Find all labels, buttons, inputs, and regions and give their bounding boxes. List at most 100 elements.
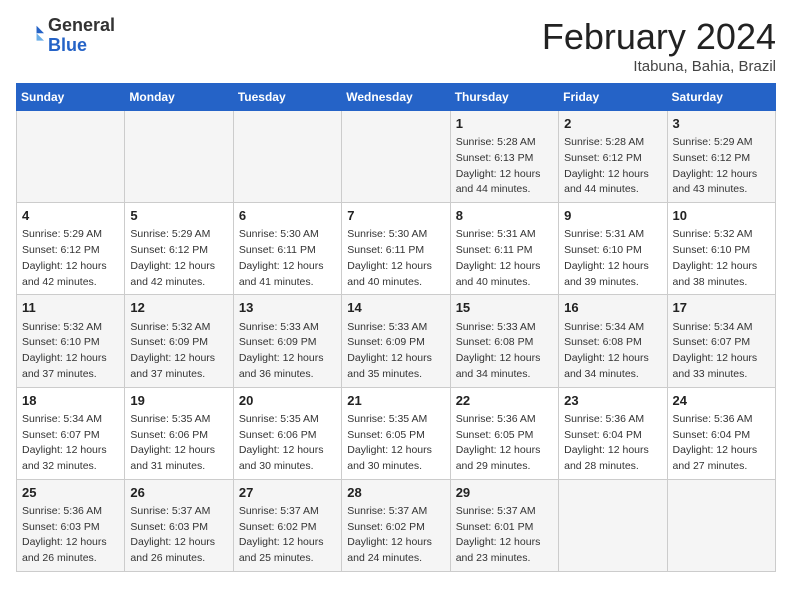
day-number: 6 bbox=[239, 207, 336, 225]
calendar-cell: 25Sunrise: 5:36 AM Sunset: 6:03 PM Dayli… bbox=[17, 479, 125, 571]
weekday-header-tuesday: Tuesday bbox=[233, 84, 341, 111]
day-info: Sunrise: 5:36 AM Sunset: 6:04 PM Dayligh… bbox=[564, 412, 661, 475]
day-number: 5 bbox=[130, 207, 227, 225]
calendar-cell: 4 Sunrise: 5:29 AM Sunset: 6:12 PM Daylig… bbox=[17, 203, 125, 295]
calendar-week-row: 18 Sunrise: 5:34 AM Sunset: 6:07 PM Dayli… bbox=[17, 387, 776, 479]
title-block: February 2024 Itabuna, Bahia, Brazil bbox=[542, 16, 776, 75]
day-number: 4 bbox=[22, 207, 119, 225]
calendar-cell: 28Sunrise: 5:37 AM Sunset: 6:02 PM Dayli… bbox=[342, 479, 450, 571]
calendar-cell bbox=[233, 111, 341, 203]
day-info: Sunrise: 5:29 AM Sunset: 6:12 PM Dayligh… bbox=[673, 135, 770, 198]
calendar-cell bbox=[559, 479, 667, 571]
calendar-cell: 26 Sunrise: 5:37 AM Sunset: 6:03 PM Dayli… bbox=[125, 479, 233, 571]
calendar-cell: 11 Sunrise: 5:32 AM Sunset: 6:10 PM Dayli… bbox=[17, 295, 125, 387]
day-number: 7 bbox=[347, 207, 444, 225]
calendar-cell: 18 Sunrise: 5:34 AM Sunset: 6:07 PM Dayli… bbox=[17, 387, 125, 479]
weekday-header-monday: Monday bbox=[125, 84, 233, 111]
day-info: Sunrise: 5:28 AM Sunset: 6:12 PM Dayligh… bbox=[564, 135, 661, 198]
day-number: 19 bbox=[130, 392, 227, 410]
calendar-cell: 24 Sunrise: 5:36 AM Sunset: 6:04 PM Dayli… bbox=[667, 387, 775, 479]
weekday-header-saturday: Saturday bbox=[667, 84, 775, 111]
day-number: 15 bbox=[456, 299, 553, 317]
day-info: Sunrise: 5:29 AM Sunset: 6:12 PM Dayligh… bbox=[22, 227, 119, 290]
day-info: Sunrise: 5:35 AM Sunset: 6:05 PM Dayligh… bbox=[347, 412, 444, 475]
day-number: 18 bbox=[22, 392, 119, 410]
day-info: Sunrise: 5:35 AM Sunset: 6:06 PM Dayligh… bbox=[239, 412, 336, 475]
calendar-cell: 2 Sunrise: 5:28 AM Sunset: 6:12 PM Daylig… bbox=[559, 111, 667, 203]
day-number: 8 bbox=[456, 207, 553, 225]
calendar-cell bbox=[125, 111, 233, 203]
day-number: 1 bbox=[456, 115, 553, 133]
calendar-cell: 22Sunrise: 5:36 AM Sunset: 6:05 PM Dayli… bbox=[450, 387, 558, 479]
calendar-cell: 10Sunrise: 5:32 AM Sunset: 6:10 PM Dayli… bbox=[667, 203, 775, 295]
calendar-cell: 15 Sunrise: 5:33 AM Sunset: 6:08 PM Dayli… bbox=[450, 295, 558, 387]
day-number: 13 bbox=[239, 299, 336, 317]
calendar-week-row: 4 Sunrise: 5:29 AM Sunset: 6:12 PM Daylig… bbox=[17, 203, 776, 295]
calendar-cell: 19 Sunrise: 5:35 AM Sunset: 6:06 PM Dayli… bbox=[125, 387, 233, 479]
day-info: Sunrise: 5:29 AM Sunset: 6:12 PM Dayligh… bbox=[130, 227, 227, 290]
day-info: Sunrise: 5:30 AM Sunset: 6:11 PM Dayligh… bbox=[239, 227, 336, 290]
calendar-cell: 20 Sunrise: 5:35 AM Sunset: 6:06 PM Dayli… bbox=[233, 387, 341, 479]
weekday-header-thursday: Thursday bbox=[450, 84, 558, 111]
location: Itabuna, Bahia, Brazil bbox=[542, 58, 776, 75]
day-number: 23 bbox=[564, 392, 661, 410]
day-info: Sunrise: 5:33 AM Sunset: 6:09 PM Dayligh… bbox=[239, 320, 336, 383]
calendar-cell bbox=[667, 479, 775, 571]
day-number: 14 bbox=[347, 299, 444, 317]
calendar-cell: 14 Sunrise: 5:33 AM Sunset: 6:09 PM Dayli… bbox=[342, 295, 450, 387]
day-number: 17 bbox=[673, 299, 770, 317]
logo-general: General bbox=[48, 15, 115, 35]
calendar-cell: 23 Sunrise: 5:36 AM Sunset: 6:04 PM Dayli… bbox=[559, 387, 667, 479]
logo: General Blue bbox=[16, 16, 115, 56]
day-number: 25 bbox=[22, 484, 119, 502]
logo-icon bbox=[16, 22, 44, 50]
month-title: February 2024 bbox=[542, 16, 776, 58]
calendar-cell: 21 Sunrise: 5:35 AM Sunset: 6:05 PM Dayli… bbox=[342, 387, 450, 479]
day-info: Sunrise: 5:36 AM Sunset: 6:04 PM Dayligh… bbox=[673, 412, 770, 475]
calendar-cell: 9 Sunrise: 5:31 AM Sunset: 6:10 PM Daylig… bbox=[559, 203, 667, 295]
day-info: Sunrise: 5:28 AM Sunset: 6:13 PM Dayligh… bbox=[456, 135, 553, 198]
day-number: 20 bbox=[239, 392, 336, 410]
calendar-cell: 12Sunrise: 5:32 AM Sunset: 6:09 PM Dayli… bbox=[125, 295, 233, 387]
weekday-header-friday: Friday bbox=[559, 84, 667, 111]
day-number: 27 bbox=[239, 484, 336, 502]
day-number: 12 bbox=[130, 299, 227, 317]
day-info: Sunrise: 5:37 AM Sunset: 6:03 PM Dayligh… bbox=[130, 504, 227, 567]
day-info: Sunrise: 5:31 AM Sunset: 6:10 PM Dayligh… bbox=[564, 227, 661, 290]
day-number: 10 bbox=[673, 207, 770, 225]
logo-text: General Blue bbox=[48, 16, 115, 56]
day-info: Sunrise: 5:31 AM Sunset: 6:11 PM Dayligh… bbox=[456, 227, 553, 290]
day-info: Sunrise: 5:33 AM Sunset: 6:08 PM Dayligh… bbox=[456, 320, 553, 383]
day-info: Sunrise: 5:33 AM Sunset: 6:09 PM Dayligh… bbox=[347, 320, 444, 383]
calendar-cell: 8 Sunrise: 5:31 AM Sunset: 6:11 PM Daylig… bbox=[450, 203, 558, 295]
day-number: 2 bbox=[564, 115, 661, 133]
day-number: 9 bbox=[564, 207, 661, 225]
day-number: 24 bbox=[673, 392, 770, 410]
calendar-cell: 13 Sunrise: 5:33 AM Sunset: 6:09 PM Dayli… bbox=[233, 295, 341, 387]
calendar-cell: 16Sunrise: 5:34 AM Sunset: 6:08 PM Dayli… bbox=[559, 295, 667, 387]
day-number: 16 bbox=[564, 299, 661, 317]
logo-blue: Blue bbox=[48, 35, 87, 55]
day-number: 26 bbox=[130, 484, 227, 502]
day-info: Sunrise: 5:36 AM Sunset: 6:05 PM Dayligh… bbox=[456, 412, 553, 475]
calendar-cell bbox=[17, 111, 125, 203]
day-number: 3 bbox=[673, 115, 770, 133]
calendar-cell: 3 Sunrise: 5:29 AM Sunset: 6:12 PM Daylig… bbox=[667, 111, 775, 203]
calendar-week-row: 25Sunrise: 5:36 AM Sunset: 6:03 PM Dayli… bbox=[17, 479, 776, 571]
calendar-cell: 29 Sunrise: 5:37 AM Sunset: 6:01 PM Dayli… bbox=[450, 479, 558, 571]
day-number: 11 bbox=[22, 299, 119, 317]
calendar-cell bbox=[342, 111, 450, 203]
weekday-header-sunday: Sunday bbox=[17, 84, 125, 111]
calendar-cell: 27 Sunrise: 5:37 AM Sunset: 6:02 PM Dayli… bbox=[233, 479, 341, 571]
day-number: 29 bbox=[456, 484, 553, 502]
calendar-cell: 7 Sunrise: 5:30 AM Sunset: 6:11 PM Daylig… bbox=[342, 203, 450, 295]
day-info: Sunrise: 5:32 AM Sunset: 6:10 PM Dayligh… bbox=[22, 320, 119, 383]
day-info: Sunrise: 5:34 AM Sunset: 6:07 PM Dayligh… bbox=[22, 412, 119, 475]
day-info: Sunrise: 5:37 AM Sunset: 6:01 PM Dayligh… bbox=[456, 504, 553, 567]
day-info: Sunrise: 5:30 AM Sunset: 6:11 PM Dayligh… bbox=[347, 227, 444, 290]
day-number: 21 bbox=[347, 392, 444, 410]
weekday-header-wednesday: Wednesday bbox=[342, 84, 450, 111]
day-info: Sunrise: 5:37 AM Sunset: 6:02 PM Dayligh… bbox=[239, 504, 336, 567]
day-info: Sunrise: 5:37 AM Sunset: 6:02 PM Dayligh… bbox=[347, 504, 444, 567]
day-info: Sunrise: 5:35 AM Sunset: 6:06 PM Dayligh… bbox=[130, 412, 227, 475]
